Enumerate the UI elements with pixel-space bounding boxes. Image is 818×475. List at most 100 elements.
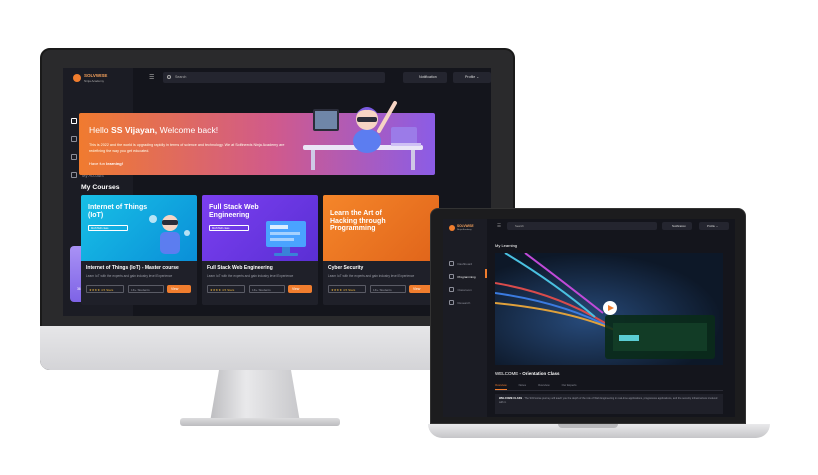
notification-button[interactable]: Notification — [403, 72, 447, 83]
video-title: WELCOME - Orientation Class — [495, 371, 560, 376]
course-card-full-stack[interactable]: Full Stack Web Engineering MASTER class … — [202, 195, 318, 305]
sidebar-item-research[interactable]: Research — [449, 296, 487, 309]
profile-button[interactable]: Profile ⌄ — [699, 222, 729, 230]
gear-icon — [449, 300, 454, 305]
banner-fun-word: learning! — [106, 161, 124, 166]
course-card-iot[interactable]: Internet of Things (IoT) MASTER class In… — [81, 195, 197, 305]
monitor-stand-foot — [180, 418, 340, 426]
course-cards: Internet of Things (IoT) MASTER class In… — [81, 195, 441, 307]
content-tabs: Overview Notes Overview Our Experts — [495, 383, 723, 391]
sidebar-item-label: Dashboard — [457, 261, 473, 266]
lesson-description: WELCOME CLASS - The SOLVwise journey wil… — [495, 394, 723, 414]
tab-overview-2[interactable]: Overview — [538, 383, 550, 390]
chevron-down-icon: ⌄ — [476, 75, 480, 79]
banner-greeting: Hello — [89, 125, 109, 135]
sidebar-item-programming[interactable]: Programming — [449, 270, 487, 283]
menu-icon[interactable]: ☰ — [149, 74, 154, 81]
video-title-main: - Orientation Class — [519, 371, 560, 376]
desktop-topbar: ☰ Search Notification Profile ⌄ — [133, 68, 491, 86]
search-placeholder: Search — [515, 224, 524, 229]
search-input[interactable]: Search — [163, 72, 385, 83]
tab-our-experts[interactable]: Our Experts — [562, 383, 577, 390]
laptop-screen: SOLVWISE Ninja Academy Dashboard Program… — [443, 219, 735, 417]
view-course-button[interactable]: View — [288, 285, 312, 293]
profile-label: Profile — [707, 224, 715, 229]
vr-person-icon — [149, 215, 190, 254]
play-button[interactable] — [603, 301, 617, 315]
brand-logo[interactable]: SOLVWISE Ninja Academy — [73, 73, 107, 83]
users-icon — [71, 154, 77, 160]
menu-icon[interactable]: ☰ — [497, 223, 501, 229]
monitor-illustration-icon — [266, 221, 306, 256]
profile-label: Profile — [465, 75, 476, 79]
banner-user-name: SS Vijayan, — [110, 125, 158, 135]
notification-button[interactable]: Notification — [662, 222, 692, 230]
notification-label: Notification — [672, 224, 686, 229]
course-students: 1K+ Students — [370, 285, 406, 293]
course-card-cyber-security[interactable]: Learn the Art of Hacking through Program… — [323, 195, 439, 305]
play-icon — [449, 274, 454, 279]
course-thumbnail: Full Stack Web Engineering MASTER class — [202, 195, 318, 261]
banner-title: Hello SS Vijayan, Welcome back! — [89, 125, 218, 135]
search-icon — [167, 75, 171, 79]
sidebar-item-classroom[interactable]: Classroom — [449, 283, 487, 296]
notification-label: Notification — [419, 75, 437, 79]
logo-tagline: Ninja Academy — [457, 228, 472, 231]
sidebar-item-label: Research — [457, 300, 471, 305]
welcome-banner: Hello SS Vijayan, Welcome back! This is … — [79, 101, 435, 175]
video-title-prefix: WELCOME — [495, 371, 519, 376]
sidebar-item-label: Classroom — [457, 287, 472, 292]
course-rating: ★★★★ 4.5 Stars — [86, 285, 124, 293]
course-title: Full Stack Web Engineering — [207, 265, 273, 271]
desktop-screen: SOLVWISE Ninja Academy Dashboard My Lear… — [63, 68, 491, 316]
home-icon — [71, 118, 77, 124]
laptop-device: SOLVWISE Ninja Academy Dashboard Program… — [428, 208, 770, 448]
view-course-button[interactable]: View — [167, 285, 191, 293]
logo-mark-icon — [73, 74, 81, 83]
search-placeholder: Search — [175, 75, 187, 79]
laptop-notch — [558, 424, 618, 428]
course-desc: Learn IoT with the experts and gain indu… — [328, 274, 415, 278]
laptop-sidebar: SOLVWISE Ninja Academy Dashboard Program… — [443, 219, 487, 417]
device-mockup-stage: SOLVWISE Ninja Academy Dashboard My Lear… — [0, 0, 818, 475]
banner-fun-prefix: Have fun — [89, 161, 106, 166]
users-icon — [449, 287, 454, 292]
course-rating: ★★★★ 4.5 Stars — [207, 285, 245, 293]
sidebar-nav: Dashboard Programming Classroom Research — [449, 257, 487, 309]
logo-mark-icon — [449, 225, 455, 231]
student-illustration-icon — [303, 101, 423, 170]
search-input[interactable]: Search — [507, 222, 657, 230]
laptop-lid: SOLVWISE Ninja Academy Dashboard Program… — [430, 208, 746, 424]
course-thumb-title: Learn the Art of Hacking through Program… — [330, 210, 386, 233]
course-title: Cyber Security — [328, 265, 364, 271]
course-rating: ★★★★ 4.5 Stars — [328, 285, 366, 293]
brand-logo[interactable]: SOLVWISE Ninja Academy — [449, 225, 474, 231]
page-title: My Learning — [495, 243, 518, 248]
gear-icon — [71, 172, 77, 178]
sidebar-item-dashboard[interactable]: Dashboard — [449, 257, 487, 270]
course-chip: MASTER class — [88, 225, 128, 231]
logo-tagline: Ninja Academy — [84, 78, 105, 83]
lesson-description-title: WELCOME CLASS — [499, 397, 523, 400]
sidebar-item-label: Programming — [457, 274, 476, 279]
play-icon — [71, 136, 77, 142]
banner-body: This is 2022 and the world is upgrading … — [89, 143, 285, 153]
laptop-topbar: ☰ Search Notification Profile ⌄ — [487, 219, 735, 233]
course-desc: Learn IoT with the experts and gain indu… — [207, 274, 294, 278]
course-students: 1K+ Students — [128, 285, 164, 293]
banner-fun: Have fun learning! — [89, 161, 123, 166]
profile-button[interactable]: Profile ⌄ — [453, 72, 491, 83]
course-students: 1K+ Students — [249, 285, 285, 293]
my-courses-title: My Courses — [81, 184, 120, 191]
chevron-down-icon: ⌄ — [715, 224, 719, 229]
active-indicator — [485, 269, 487, 278]
course-thumbnail: Learn the Art of Hacking through Program… — [323, 195, 439, 261]
video-player[interactable] — [495, 253, 723, 365]
lesson-description-body: - The SOLVwise journey will teach you th… — [499, 397, 718, 404]
course-thumbnail: Internet of Things (IoT) MASTER class — [81, 195, 197, 261]
tab-overview[interactable]: Overview — [495, 383, 507, 390]
home-icon — [449, 261, 454, 266]
course-chip: MASTER class — [209, 225, 249, 231]
tab-notes[interactable]: Notes — [519, 383, 526, 390]
course-title: Internet of Things (IoT) - Master course — [86, 265, 179, 271]
